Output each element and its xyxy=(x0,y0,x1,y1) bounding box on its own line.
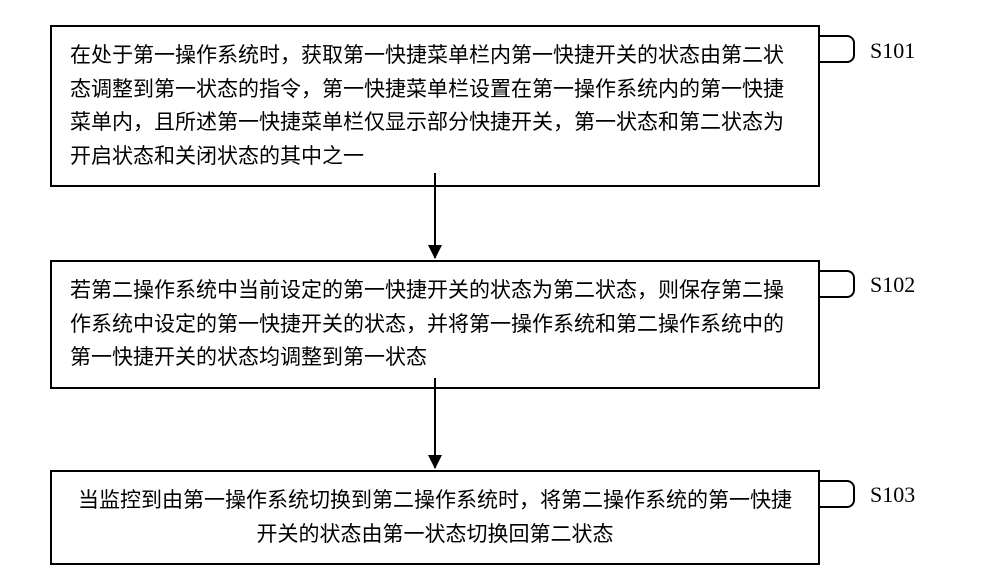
step-label-3: S103 xyxy=(870,482,915,508)
connector-1 xyxy=(820,35,855,63)
connector-2 xyxy=(820,270,855,298)
step-box-3: 当监控到由第一操作系统切换到第二操作系统时，将第二操作系统的第一快捷开关的状态由… xyxy=(50,470,820,565)
arrow-2-to-3 xyxy=(434,378,436,468)
flowchart-container: 在处于第一操作系统时，获取第一快捷菜单栏内第一快捷开关的状态由第二状态调整到第一… xyxy=(0,0,1000,580)
step-label-2: S102 xyxy=(870,272,915,298)
arrow-1-to-2 xyxy=(434,173,436,258)
connector-3 xyxy=(820,480,855,508)
step-text-2: 若第二操作系统中当前设定的第一快捷开关的状态为第二状态，则保存第二操作系统中设定… xyxy=(70,274,800,375)
step-label-1: S101 xyxy=(870,38,915,64)
step-text-3: 当监控到由第一操作系统切换到第二操作系统时，将第二操作系统的第一快捷开关的状态由… xyxy=(70,484,800,551)
step-text-1: 在处于第一操作系统时，获取第一快捷菜单栏内第一快捷开关的状态由第二状态调整到第一… xyxy=(70,39,800,173)
step-box-1: 在处于第一操作系统时，获取第一快捷菜单栏内第一快捷开关的状态由第二状态调整到第一… xyxy=(50,25,820,187)
step-box-2: 若第二操作系统中当前设定的第一快捷开关的状态为第二状态，则保存第二操作系统中设定… xyxy=(50,260,820,389)
